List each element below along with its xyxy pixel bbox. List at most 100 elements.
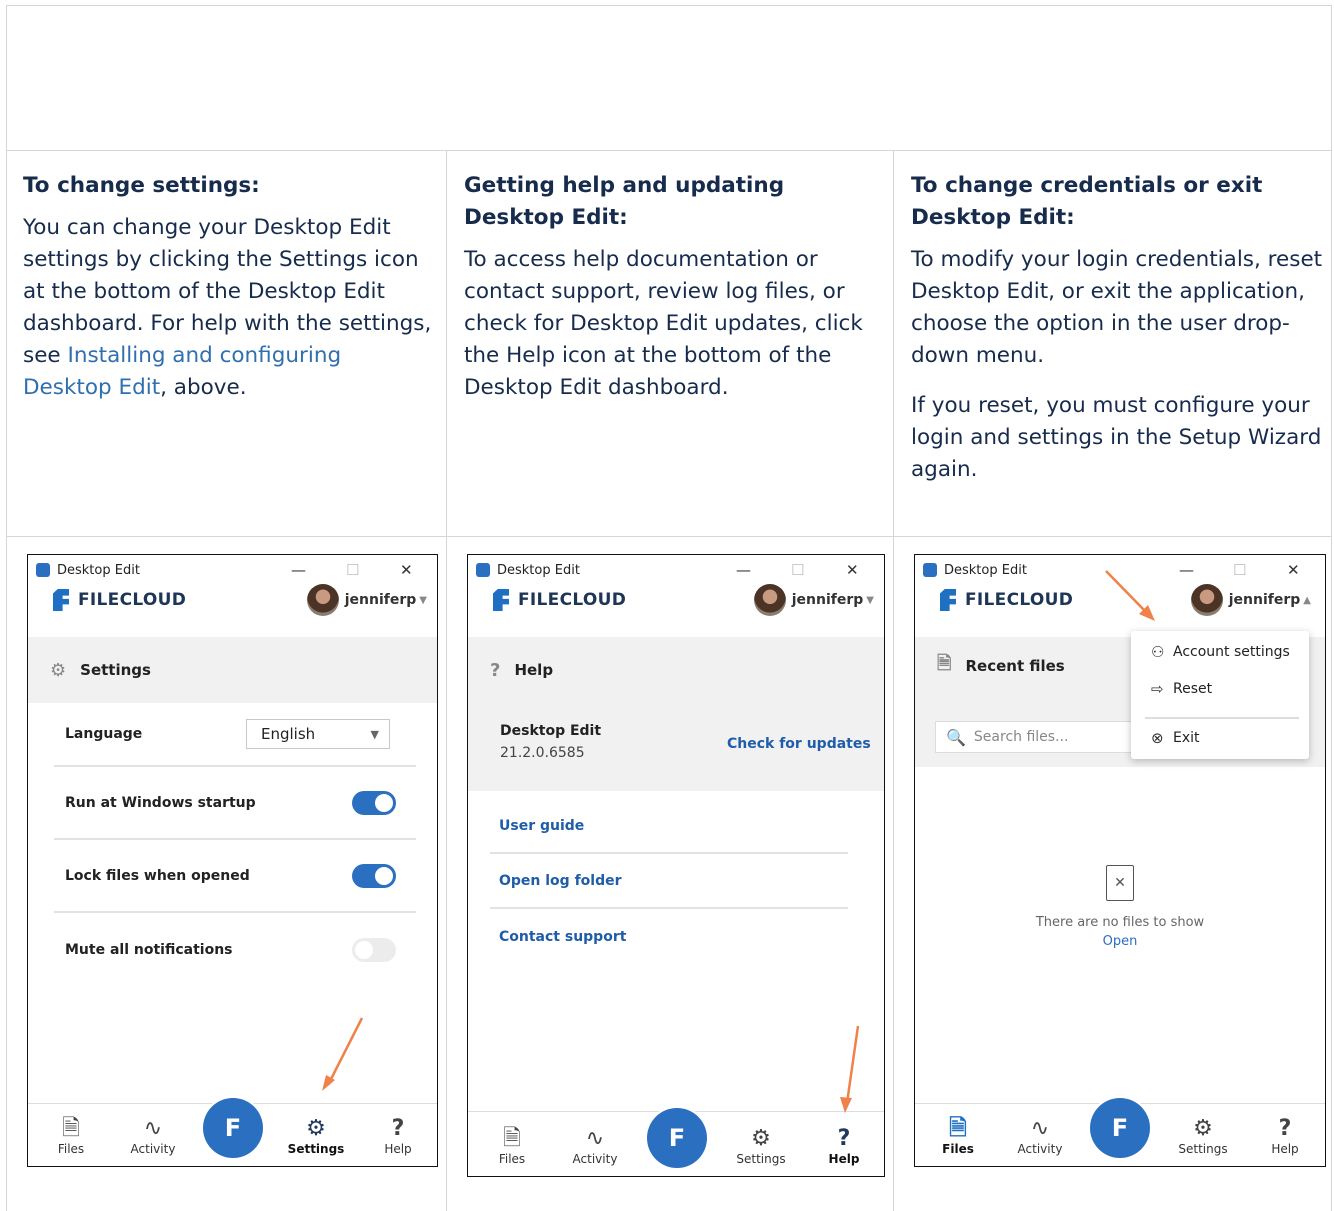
nav-label: Settings: [736, 1152, 786, 1166]
gear-icon: ⚙: [1193, 1116, 1213, 1141]
pulse-icon: ∿: [1030, 1116, 1050, 1141]
pointer-arrow: [322, 1017, 364, 1091]
pulse-icon: ∿: [585, 1126, 605, 1151]
chevron-up-icon: ▲: [1303, 594, 1311, 606]
nav-label: Help: [384, 1142, 412, 1156]
app-icon: [36, 563, 50, 577]
nav-activity[interactable]: ∿ Activity: [1010, 1116, 1070, 1156]
setting-label: Run at Windows startup: [65, 794, 256, 811]
logo-mark-icon: [493, 589, 509, 611]
reset-item[interactable]: ⇨ Reset: [1151, 680, 1212, 698]
startup-toggle[interactable]: [352, 790, 396, 815]
question-icon: ?: [1278, 1116, 1292, 1141]
nav-settings[interactable]: ⚙ Settings: [731, 1126, 791, 1166]
search-input[interactable]: 🔍 Search files...: [935, 721, 1135, 753]
open-link[interactable]: Open: [915, 934, 1325, 949]
exit-item[interactable]: ⊗ Exit: [1151, 729, 1200, 747]
nav-files[interactable]: 🗎 Files: [928, 1116, 988, 1156]
language-label: Language: [65, 726, 143, 742]
maximize-button[interactable]: ☐: [791, 561, 804, 579]
logo-text: FILECLOUD: [78, 590, 187, 610]
nav-help[interactable]: ? Help: [814, 1126, 874, 1166]
nav-label: Help: [828, 1152, 860, 1166]
avatar: [1190, 584, 1223, 616]
settings-instructions: To change settings: You can change your …: [23, 170, 433, 422]
maximize-button[interactable]: ☐: [1233, 561, 1246, 579]
nav-label: Files: [57, 1142, 85, 1156]
logo-text: FILECLOUD: [965, 590, 1074, 610]
close-button[interactable]: ✕: [846, 561, 859, 579]
question-icon: ?: [837, 1126, 851, 1151]
maximize-button[interactable]: ☐: [346, 561, 359, 579]
nav-help[interactable]: ? Help: [1255, 1116, 1315, 1156]
heading: To change settings:: [23, 173, 260, 198]
help-window: Desktop Edit — ☐ ✕ FILECLOUD jenniferp ▼ …: [467, 554, 885, 1177]
chevron-down-icon: ▼: [866, 594, 874, 606]
paragraph: You can change your Desktop Edit setting…: [23, 212, 433, 404]
setting-row: Mute all notifications: [54, 913, 416, 986]
user-guide-link[interactable]: User guide: [490, 799, 848, 854]
reset-icon: ⇨: [1151, 680, 1164, 698]
logo-mark-icon: [53, 589, 69, 611]
paragraph: To modify your login credentials, reset …: [911, 247, 1323, 368]
section-header: ? Help: [468, 637, 884, 703]
filecloud-launch-button[interactable]: F: [647, 1108, 707, 1168]
nav-activity[interactable]: ∿ Activity: [565, 1126, 625, 1166]
minimize-button[interactable]: —: [1179, 561, 1194, 579]
gear-icon: ⚙: [751, 1126, 771, 1151]
nav-label: Settings: [287, 1142, 345, 1156]
column-divider: [893, 151, 894, 1211]
user-menu[interactable]: jenniferp ▼: [753, 584, 874, 616]
menu-label: Reset: [1173, 681, 1213, 697]
nav-label: Activity: [572, 1152, 618, 1166]
user-gear-icon: ⚇: [1151, 643, 1165, 661]
nav-settings[interactable]: ⚙ Settings: [286, 1116, 346, 1156]
nav-label: Activity: [1017, 1142, 1063, 1156]
row-divider: [6, 150, 1332, 151]
username: jenniferp: [1228, 592, 1301, 608]
contact-support-link[interactable]: Contact support: [490, 909, 848, 964]
brand-bar: FILECLOUD jenniferp ▼: [28, 584, 437, 616]
lock-files-toggle[interactable]: [352, 863, 396, 888]
product-name: Desktop Edit: [500, 723, 602, 739]
credentials-instructions: To change credentials or exit Desktop Ed…: [911, 170, 1326, 504]
window-title: Desktop Edit: [57, 562, 140, 578]
files-window: Desktop Edit — ☐ ✕ FILECLOUD jenniferp ▲ …: [914, 554, 1326, 1167]
filecloud-launch-button[interactable]: F: [203, 1098, 263, 1158]
nav-label: Files: [942, 1142, 974, 1156]
nav-files[interactable]: 🗎 Files: [482, 1126, 542, 1166]
user-menu[interactable]: jenniferp ▲: [1190, 584, 1311, 616]
filecloud-icon: F: [668, 1124, 686, 1152]
check-updates-link[interactable]: Check for updates: [727, 736, 871, 752]
paragraph-text: , above.: [160, 375, 247, 400]
mute-notifications-toggle[interactable]: [352, 937, 396, 962]
account-settings-item[interactable]: ⚇ Account settings: [1151, 643, 1290, 661]
help-instructions: Getting help and updating Desktop Edit: …: [464, 170, 880, 422]
nav-label: Activity: [130, 1142, 176, 1156]
nav-activity[interactable]: ∿ Activity: [123, 1116, 183, 1156]
window-title: Desktop Edit: [944, 562, 1027, 578]
section-title: Recent files: [965, 657, 1065, 675]
close-button[interactable]: ✕: [400, 561, 413, 579]
app-icon: [476, 563, 490, 577]
title-bar: Desktop Edit — ☐ ✕: [28, 555, 437, 585]
language-select[interactable]: English ▼: [246, 719, 390, 749]
app-icon: [923, 563, 937, 577]
pointer-arrow: [840, 1025, 860, 1113]
nav-label: Files: [498, 1152, 526, 1166]
username: jenniferp: [344, 592, 417, 608]
close-button[interactable]: ✕: [1287, 561, 1300, 579]
username: jenniferp: [791, 592, 864, 608]
user-menu[interactable]: jenniferp ▼: [306, 584, 427, 616]
minimize-button[interactable]: —: [736, 561, 751, 579]
nav-help[interactable]: ? Help: [368, 1116, 428, 1156]
document-icon: 🗎: [503, 1126, 521, 1151]
nav-files[interactable]: 🗎 Files: [41, 1116, 101, 1156]
filecloud-launch-button[interactable]: F: [1090, 1098, 1150, 1158]
pulse-icon: ∿: [143, 1116, 163, 1141]
nav-settings[interactable]: ⚙ Settings: [1173, 1116, 1233, 1156]
avatar: [753, 584, 786, 616]
gear-icon: ⚙: [50, 659, 67, 681]
minimize-button[interactable]: —: [291, 561, 306, 579]
open-log-folder-link[interactable]: Open log folder: [490, 854, 848, 909]
